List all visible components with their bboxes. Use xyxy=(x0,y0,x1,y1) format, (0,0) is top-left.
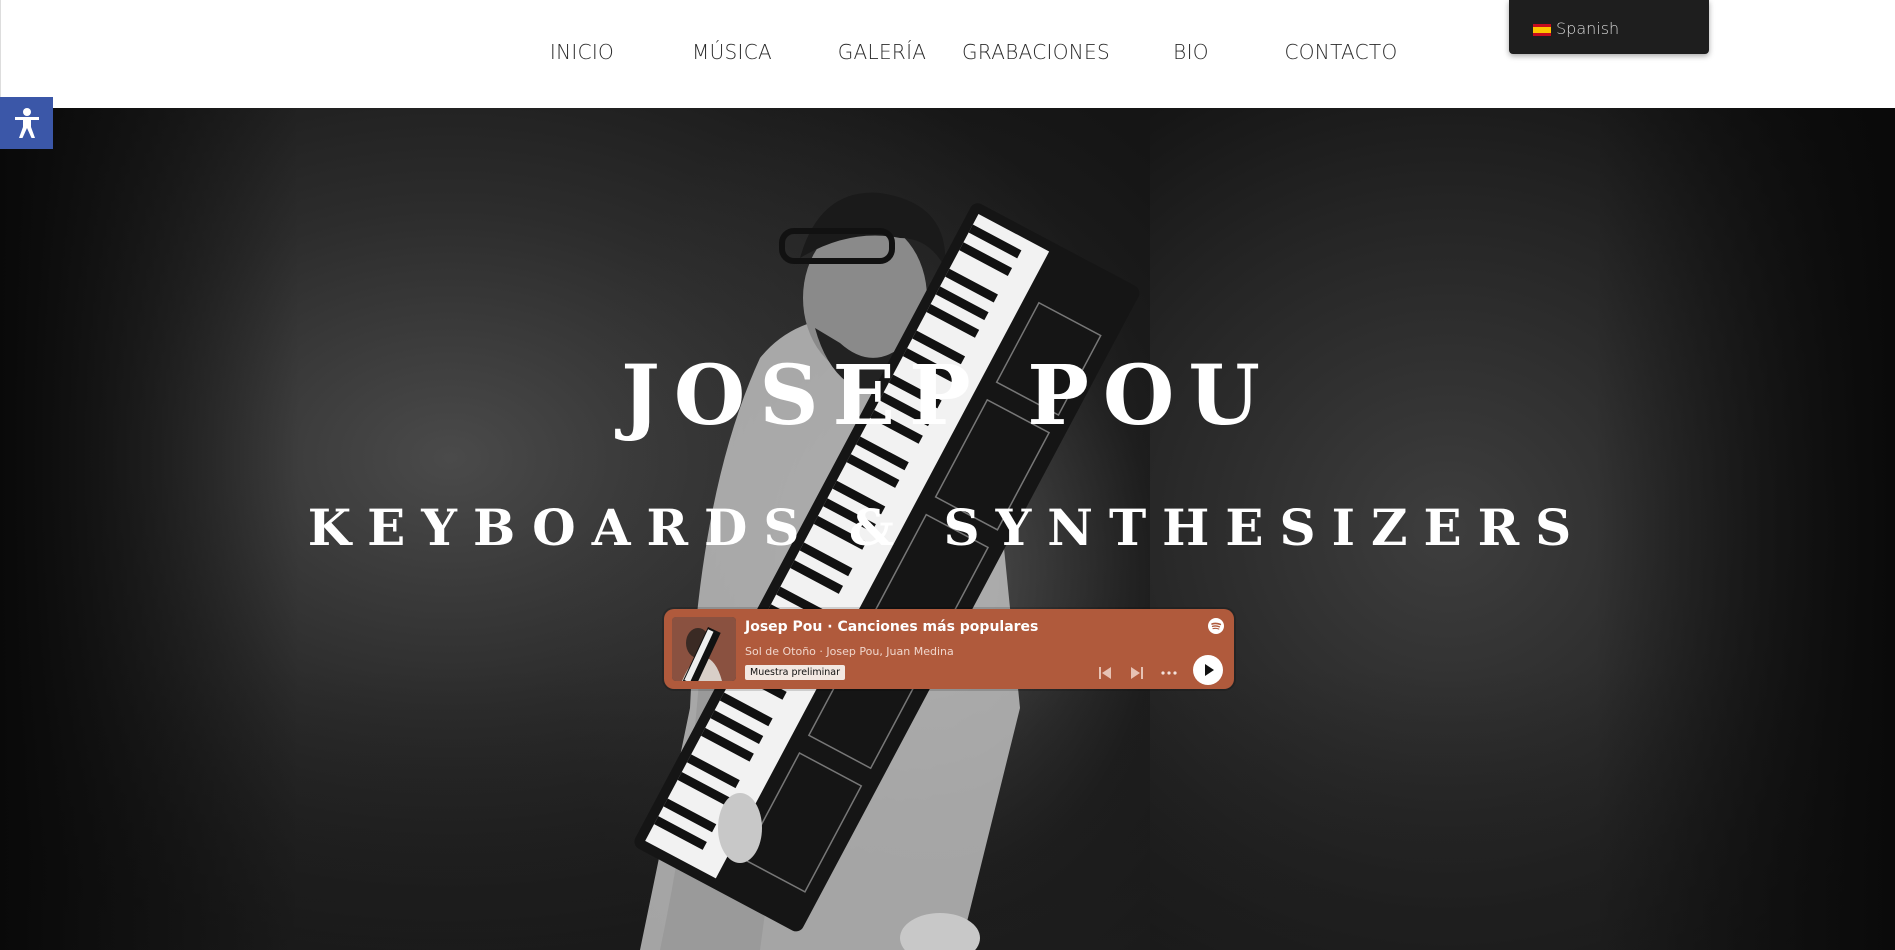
album-cover-image xyxy=(672,617,736,681)
hero-title: JOSEP POU xyxy=(621,348,1274,444)
language-switcher[interactable]: Spanish xyxy=(1509,0,1709,54)
hero-subtitle: KEYBOARDS & SYNTHESIZERS xyxy=(307,498,1588,557)
player-title[interactable]: Josep Pou · Canciones más populares xyxy=(745,619,1038,635)
spain-flag-icon xyxy=(1533,24,1551,36)
top-navigation-bar: INICIO MÚSICA GALERÍA GRABACIONES BIO CO… xyxy=(0,0,1895,108)
nav-item-galeria[interactable]: GALERÍA xyxy=(838,40,927,64)
nav-item-musica[interactable]: MÚSICA xyxy=(692,40,772,64)
nav-item-inicio[interactable]: INICIO xyxy=(550,40,614,64)
player-track-info: Sol de Otoño · Josep Pou, Juan Medina xyxy=(745,645,954,658)
accessibility-toggle-button[interactable] xyxy=(0,97,53,149)
spotify-embed-player[interactable]: Josep Pou · Canciones más populares Sol … xyxy=(664,609,1234,689)
play-icon xyxy=(1205,664,1214,676)
hero-section: JOSEP POU KEYBOARDS & SYNTHESIZERS Josep… xyxy=(0,108,1895,950)
track-artists[interactable]: Josep Pou, Juan Medina xyxy=(826,645,953,658)
play-button[interactable] xyxy=(1193,655,1223,685)
nav-item-grabaciones[interactable]: GRABACIONES xyxy=(962,40,1110,64)
next-track-icon[interactable] xyxy=(1128,664,1146,682)
track-name[interactable]: Sol de Otoño xyxy=(745,645,816,658)
language-label: Spanish xyxy=(1556,19,1620,38)
nav-item-contacto[interactable]: CONTACTO xyxy=(1285,40,1398,64)
preview-badge: Muestra preliminar xyxy=(745,665,845,680)
nav-item-bio[interactable]: BIO xyxy=(1173,40,1209,64)
accessibility-icon xyxy=(14,108,39,138)
spotify-logo-icon[interactable] xyxy=(1208,618,1224,634)
more-options-icon[interactable] xyxy=(1160,664,1178,682)
previous-track-icon[interactable] xyxy=(1096,664,1114,682)
album-cover[interactable] xyxy=(672,617,736,681)
